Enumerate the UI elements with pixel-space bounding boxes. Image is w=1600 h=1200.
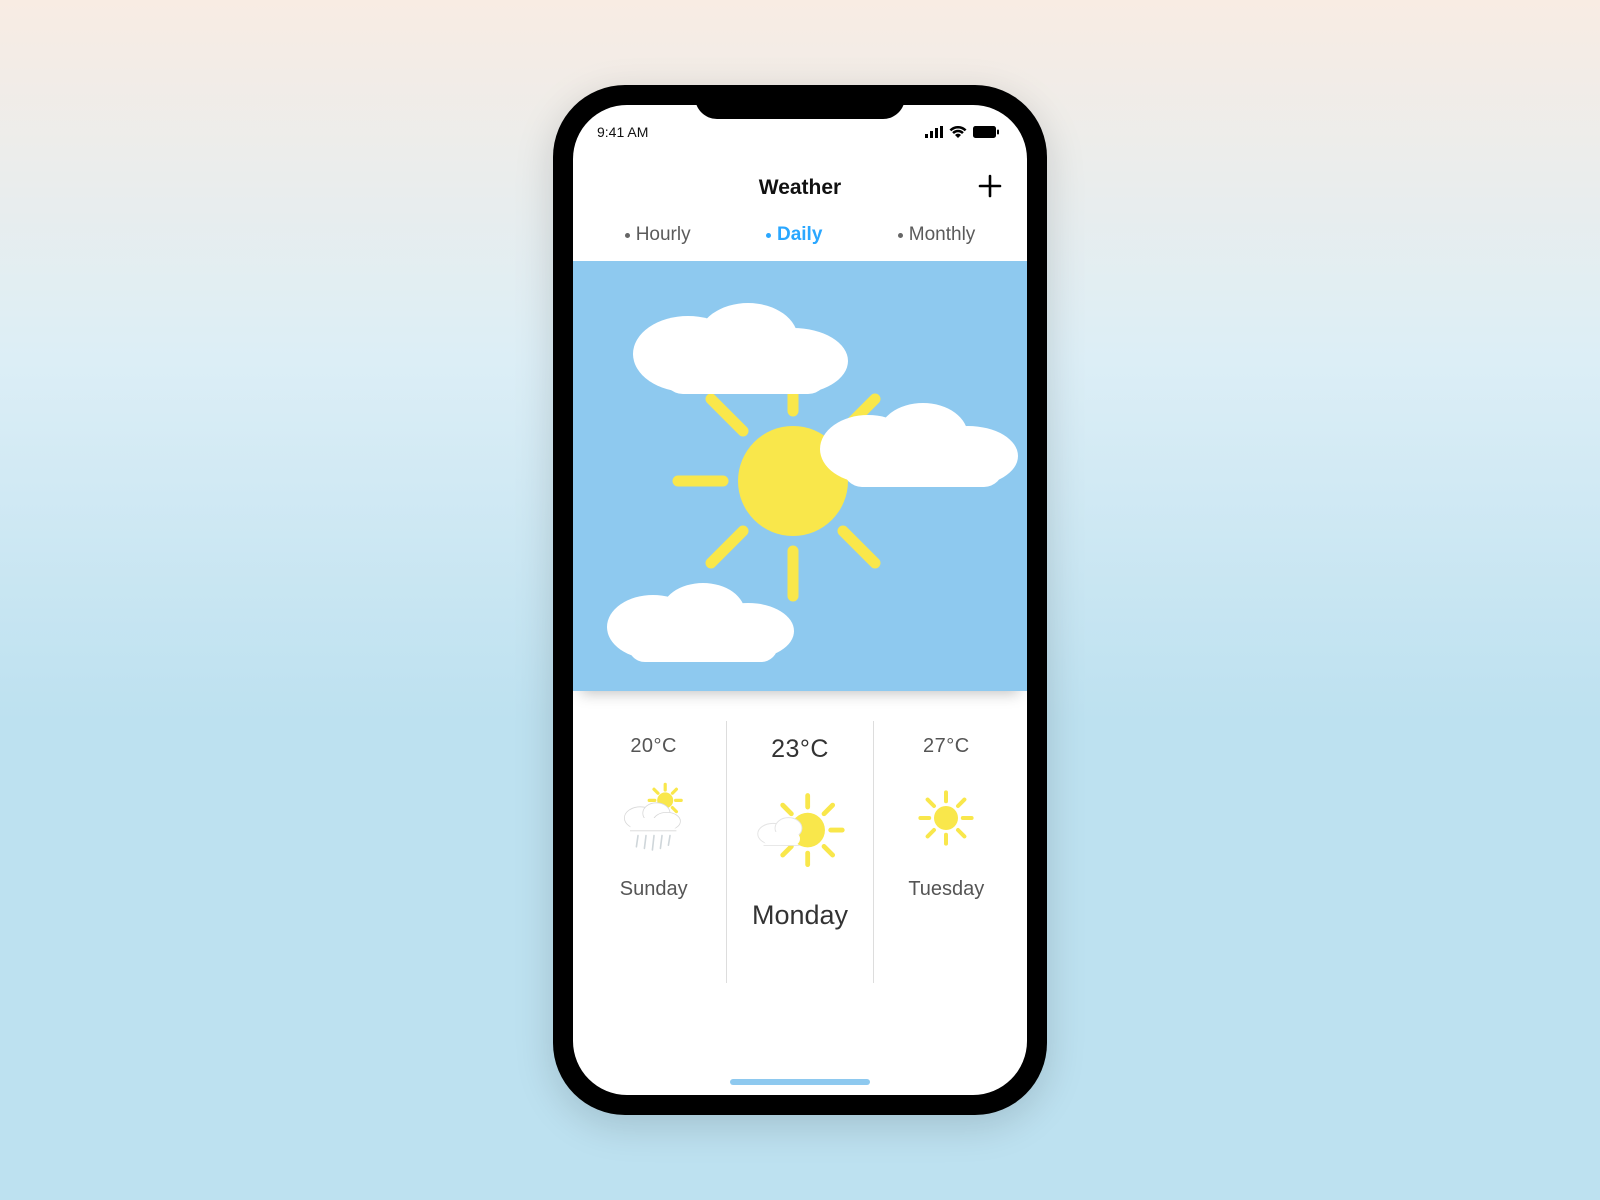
- forecast-day-label: Tuesday: [908, 878, 984, 901]
- forecast-temp: 27°C: [923, 735, 970, 758]
- tab-hourly[interactable]: Hourly: [625, 224, 691, 246]
- phone-frame: 9:41 AM Weather: [553, 85, 1047, 1115]
- tab-daily[interactable]: Daily: [766, 224, 822, 246]
- forecast-day-tuesday[interactable]: 27°C Tuesday: [874, 721, 1019, 983]
- forecast-day-monday[interactable]: 23°C Monday: [726, 721, 873, 983]
- battery-icon: [973, 126, 999, 138]
- view-tabs: Hourly Daily Monthly: [573, 217, 1027, 261]
- forecast-temp: 23°C: [771, 735, 829, 764]
- page-title: Weather: [759, 176, 841, 200]
- forecast-day-label: Monday: [752, 900, 848, 931]
- sun-cloud-icon: [752, 784, 848, 880]
- weather-hero: [573, 261, 1027, 691]
- app-header: Weather: [573, 159, 1027, 217]
- phone-screen: 9:41 AM Weather: [573, 105, 1027, 1095]
- phone-notch: [695, 85, 905, 119]
- tab-dot-icon: [766, 233, 771, 238]
- home-indicator[interactable]: [730, 1079, 870, 1085]
- partly-cloudy-illustration-icon: [573, 261, 1027, 691]
- wifi-icon: [949, 126, 967, 138]
- tab-label: Monthly: [909, 224, 976, 246]
- tab-label: Daily: [777, 224, 822, 246]
- tab-label: Hourly: [636, 224, 691, 246]
- cloud-sun-rain-icon: [614, 778, 694, 858]
- forecast-temp: 20°C: [630, 735, 677, 758]
- tab-dot-icon: [625, 233, 630, 238]
- signal-icon: [925, 126, 943, 138]
- status-time: 9:41 AM: [597, 124, 648, 140]
- plus-icon: [978, 174, 1002, 198]
- status-icons: [925, 126, 999, 138]
- forecast-day-label: Sunday: [620, 878, 688, 901]
- sun-icon: [906, 778, 986, 858]
- forecast-day-sunday[interactable]: 20°C Sunday: [581, 721, 726, 983]
- tab-dot-icon: [898, 233, 903, 238]
- daily-forecast[interactable]: 20°C Sunday 23°C: [573, 691, 1027, 1001]
- tab-monthly[interactable]: Monthly: [898, 224, 976, 246]
- add-location-button[interactable]: [975, 171, 1005, 201]
